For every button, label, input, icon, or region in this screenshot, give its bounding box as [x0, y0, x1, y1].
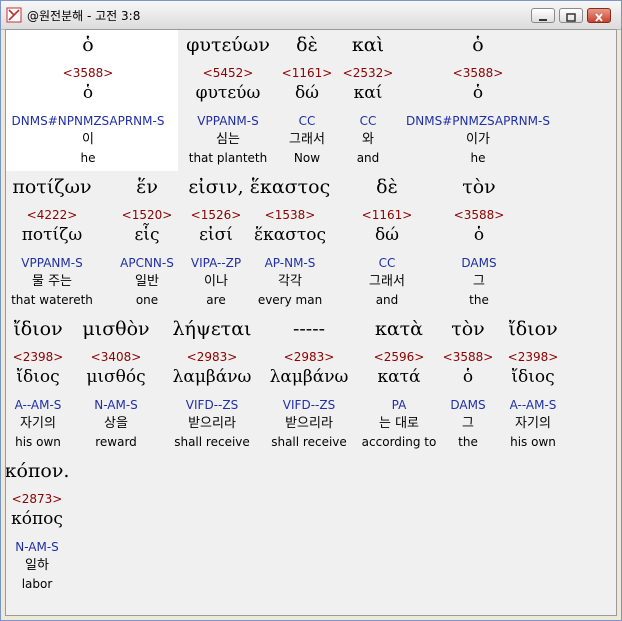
- word-english: he: [470, 151, 486, 165]
- word-strong: <2398>: [507, 350, 559, 364]
- close-icon: [595, 13, 603, 22]
- title-bar[interactable]: @원전분해 - 고전 3:8: [1, 1, 621, 30]
- word-strong: <3588>: [453, 208, 505, 222]
- window-title: @원전분해 - 고전 3:8: [27, 9, 141, 23]
- maximize-icon: [566, 13, 576, 22]
- minimize-icon: [539, 19, 547, 21]
- word-korean: 이가: [466, 132, 490, 147]
- word-korean: 자기의: [515, 416, 551, 431]
- word-lexeme: ὁ: [473, 225, 485, 245]
- app-window: @원전분해 - 고전 3:8 ὁ <3588> ὁ DNMS#NPNMZSAPRNM-…: [0, 0, 622, 621]
- word-greek[interactable]: τὸν: [379, 174, 579, 200]
- word-strong: <3588>: [452, 66, 504, 80]
- word-parse: DAMS: [461, 256, 497, 270]
- word-parse: N-AM-S: [15, 540, 59, 554]
- word-english: labor: [21, 577, 53, 591]
- word-english: the: [469, 293, 489, 307]
- minimize-button[interactable]: [531, 8, 555, 23]
- word-parse: A--AM-S: [509, 398, 557, 412]
- word-greek[interactable]: κόπον.: [6, 458, 137, 484]
- app-logo-icon: [6, 7, 22, 23]
- word-lexeme: ὁ: [472, 83, 484, 103]
- word-korean: 그: [473, 274, 485, 289]
- word-parse: DNMS#PNMZSAPRNM-S: [406, 114, 550, 128]
- word-lexeme: κόπος: [11, 509, 63, 529]
- close-button[interactable]: [587, 8, 611, 23]
- word-korean: 일하: [25, 558, 49, 573]
- word-greek[interactable]: ἴδιον: [433, 316, 616, 342]
- word-strong: <2873>: [11, 492, 63, 506]
- maximize-button[interactable]: [559, 8, 583, 23]
- interlinear-content[interactable]: ὁ <3588> ὁ DNMS#NPNMZSAPRNM-S 이 he φυτεύων <545…: [5, 29, 617, 616]
- word-lexeme: ἴδιος: [511, 367, 555, 387]
- word-greek[interactable]: ὁ: [378, 32, 578, 58]
- word-english: his own: [510, 435, 556, 449]
